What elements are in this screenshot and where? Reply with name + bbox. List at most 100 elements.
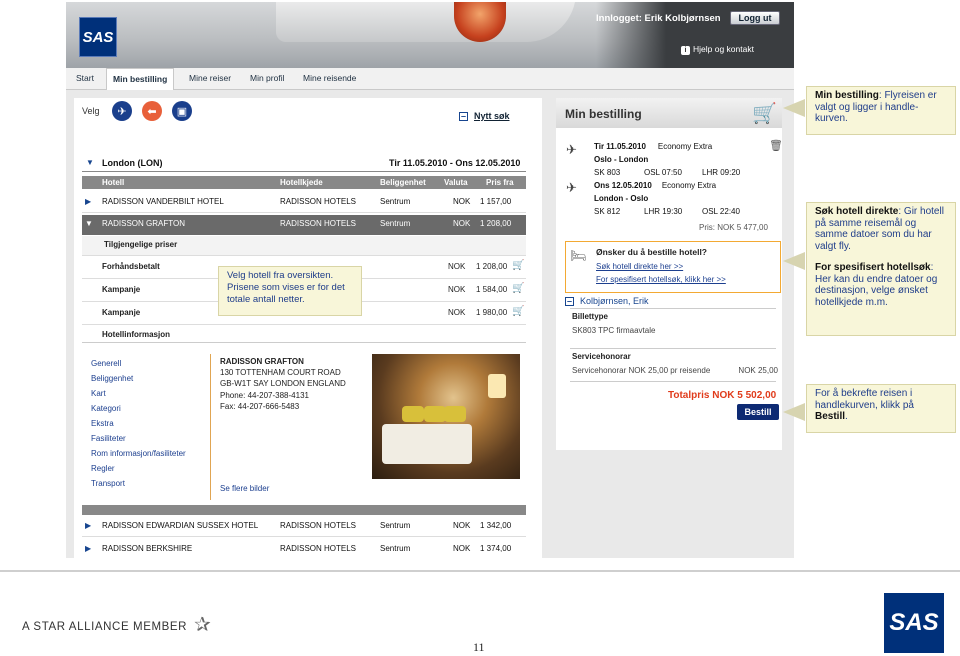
row-arrow-icon: ▶ [85,544,92,553]
trash-icon[interactable]: 🗑 [769,139,783,152]
table-row[interactable]: ▶ RADISSON EDWARDIAN SUSSEX HOTEL RADISS… [82,517,526,537]
info-link-fasiliteter[interactable]: Fasiliteter [91,431,186,446]
col-pris-fra[interactable]: Pris fra [486,178,514,187]
hotel-info-links: Generell Beliggenhet Kart Kategori Ekstr… [91,356,186,491]
tab-min-bestilling[interactable]: Min bestilling [106,68,175,91]
info-link-generell[interactable]: Generell [91,356,186,371]
callout-title: Bestill [815,411,846,422]
flight-icon: ✈ [566,180,577,195]
help-label: Hjelp og kontakt [693,44,754,54]
car-icon[interactable]: ▣ [172,101,192,121]
table-row[interactable]: ▶ RADISSON BERKSHIRE RADISSON HOTELS Sen… [82,540,526,558]
hotel-location: Sentrum [380,521,411,530]
location-header[interactable]: ▼ London (LON) Tir 11.05.2010 - Ons 12.0… [82,155,526,172]
expand-arrow-icon: ▼ [86,158,94,167]
info-link-beliggenhet[interactable]: Beliggenhet [91,371,186,386]
flight-price: Pris: NOK 5 477,00 [699,223,768,232]
new-search-link[interactable]: – Nytt søk [459,111,510,121]
ticket-value: SK803 TPC firmaavtale [572,326,656,335]
more-images-link[interactable]: Se flere bilder [220,484,269,493]
hotel-price: 1 342,00 [480,521,512,530]
info-link-kart[interactable]: Kart [91,386,186,401]
hotel-currency: NOK [453,197,471,206]
search-hotel-direct-link[interactable]: Søk hotell direkte her >> [596,262,683,271]
hotel-icon[interactable]: ⬅ [142,101,162,121]
col-valuta[interactable]: Valuta [444,178,468,187]
passenger-row[interactable]: – Kolbjørnsen, Erik [565,296,781,306]
flight-icon[interactable]: ✈ [112,101,132,121]
hotel-location: Sentrum [380,197,411,206]
passenger-name: Kolbjørnsen, Erik [580,296,649,306]
flight-number: SK 812 [594,207,621,216]
divider [570,308,776,309]
bed-icon: 🛏 [570,248,587,263]
info-link-regler[interactable]: Regler [91,461,186,476]
callout-pointer [783,99,805,117]
flight-departure: LHR 19:30 [644,207,683,216]
price-type: Kampanje [102,308,141,317]
select-hotel-tooltip: Velg hotell fra oversikten. Prisene som … [218,266,362,316]
tab-mine-reisende[interactable]: Mine reisende [297,68,362,90]
book-button[interactable]: Bestill [737,404,779,420]
table-row-selected[interactable]: ▼ RADISSON GRAFTON RADISSON HOTELS Sentr… [82,215,526,235]
row-arrow-icon: ▶ [85,521,92,530]
hotel-address-city: GB-W1T SAY LONDON ENGLAND [220,379,346,389]
help-link[interactable]: i Hjelp og kontakt [681,44,754,55]
hotel-fax: Fax: 44-207-666-5483 [220,401,300,411]
info-link-ekstra[interactable]: Ekstra [91,416,186,431]
velg-label: Velg [82,106,100,116]
service-amount: NOK 25,00 [738,366,778,375]
hotel-question: Ønsker du å bestille hotell? [596,247,707,257]
flight-cabin: Economy Extra [657,142,713,151]
col-hotellkjede[interactable]: Hotellkjede [280,178,323,187]
hotel-name: RADISSON VANDERBILT HOTEL [102,197,224,206]
header-banner [66,2,794,68]
collapse-icon: – [459,111,468,121]
price-currency: NOK [448,285,466,294]
page-number: 11 [473,640,485,654]
price-value: 1 208,00 [476,262,508,271]
star-alliance-icon: ✰ [194,614,211,636]
hotel-address: RADISSON GRAFTON 130 TOTTENHAM COURT ROA… [220,356,346,412]
flight-date: Ons 12.05.2010 [594,181,652,190]
add-to-cart-icon[interactable]: 🛒 [512,307,526,317]
info-link-transport[interactable]: Transport [91,476,186,491]
row-arrow-icon: ▶ [85,197,92,206]
page: SAS Innlogget: Erik Kolbjørnsen Logg ut … [0,0,960,656]
table-row[interactable]: ▶ RADISSON VANDERBILT HOTEL RADISSON HOT… [82,193,526,213]
tab-start[interactable]: Start [70,68,100,90]
add-to-cart-icon[interactable]: 🛒 [512,261,526,271]
divider [570,381,776,382]
specified-hotel-search-link[interactable]: For spesifisert hotellsøk, klikk her >> [596,275,726,284]
col-beliggenhet[interactable]: Beliggenhet [380,178,426,187]
flight-number: SK 803 [594,168,621,177]
callout-text-end: . [845,411,848,422]
hotel-phone: Phone: 44-207-388-4131 [220,390,309,400]
flight-departure: OSL 07:50 [644,168,682,177]
login-status: Innlogget: Erik Kolbjørnsen [596,13,721,24]
collapse-icon: – [565,296,574,306]
flight-outbound: Tir 11.05.2010 Economy Extra Oslo - Londo… [594,140,740,179]
callout-bestill: For å bekrefte reisen i handlekurven, kl… [806,384,956,433]
info-link-kategori[interactable]: Kategori [91,401,186,416]
callout-text: For å bekrefte reisen i handlekurven, kl… [815,388,914,411]
hotel-room-photo[interactable] [372,354,520,479]
add-to-cart-icon[interactable]: 🛒 [512,284,526,294]
logout-button[interactable]: Logg ut [730,11,780,25]
col-hotell[interactable]: Hotell [102,178,124,187]
callout-pointer [783,403,805,421]
ticket-label: Billettype [572,312,609,321]
hotel-address-street: 130 TOTTENHAM COURT ROAD [220,368,341,378]
price-type: Kampanje [102,285,141,294]
hotel-location: Sentrum [380,544,411,553]
flight-arrival: LHR 09:20 [702,168,741,177]
shopping-cart-icon: 🛒 [752,103,777,125]
hotel-booking-box: 🛏 Ønsker du å bestille hotell? Søk hotel… [565,241,781,293]
total-price: Totalpris NOK 5 502,00 [668,390,777,401]
row-arrow-icon: ▼ [85,219,93,228]
tab-min-profil[interactable]: Min profil [244,68,290,90]
info-link-rom[interactable]: Rom informasjon/fasiliteter [91,446,186,461]
sas-logo[interactable]: SAS [79,17,117,57]
tab-mine-reiser[interactable]: Mine reiser [183,68,237,90]
star-alliance-text: A STAR ALLIANCE MEMBER [22,621,188,633]
